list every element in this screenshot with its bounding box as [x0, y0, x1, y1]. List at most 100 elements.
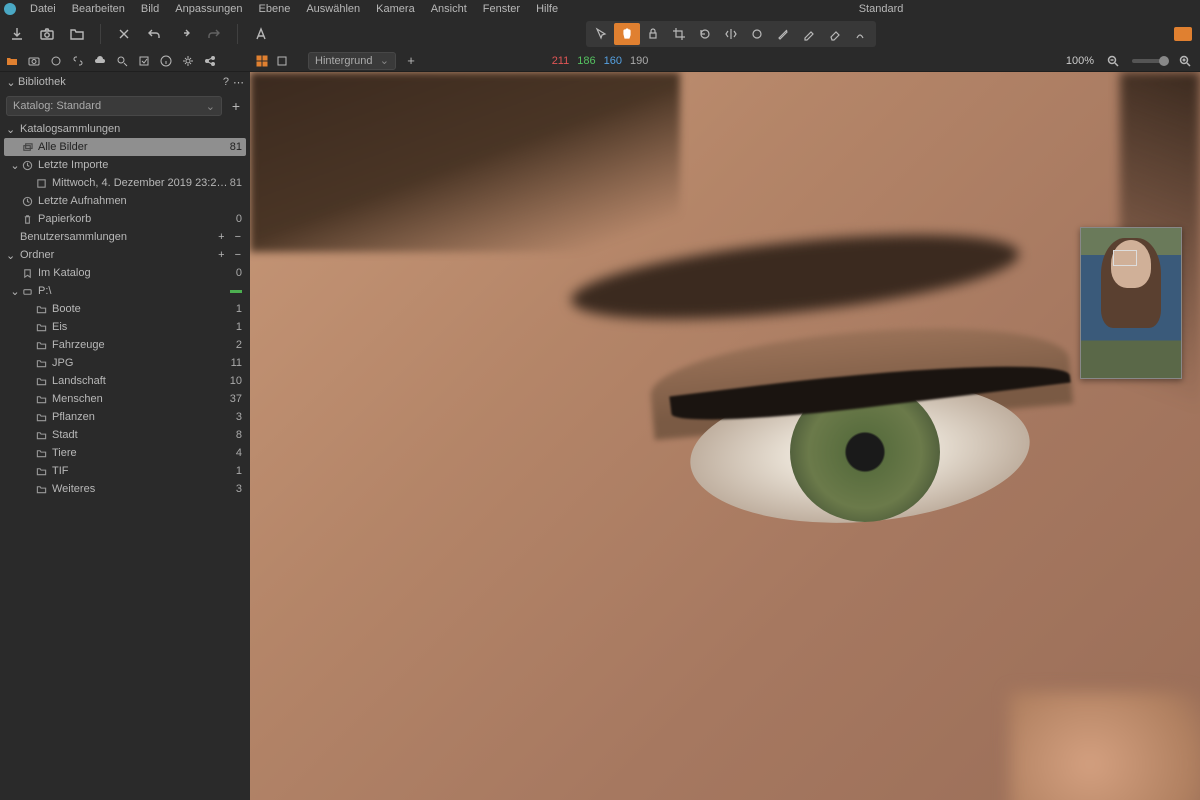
tree-im-katalog[interactable]: Im Katalog 0 [0, 264, 250, 282]
camera-mode-icon[interactable] [26, 53, 42, 69]
check-mode-icon[interactable] [136, 53, 152, 69]
library-title: Bibliothek [16, 76, 219, 88]
tree-folder[interactable]: Pflanzen3 [0, 408, 250, 426]
share-mode-icon[interactable] [202, 53, 218, 69]
navigator-viewport[interactable] [1113, 250, 1137, 266]
import-icon[interactable] [6, 23, 28, 45]
tree-folder[interactable]: Stadt8 [0, 426, 250, 444]
drive-icon [20, 286, 34, 297]
tree-alle-bilder[interactable]: Alle Bilder 81 [4, 138, 246, 156]
redo-icon[interactable] [203, 23, 225, 45]
menu-auswaehlen[interactable]: Auswählen [298, 1, 368, 17]
grid-view-icon[interactable] [254, 53, 270, 69]
main-toolbar [0, 18, 1200, 50]
tree-folder[interactable]: Fahrzeuge2 [0, 336, 250, 354]
tree-letzte-aufnahmen[interactable]: Letzte Aufnahmen [0, 192, 250, 210]
tree-letzte-importe[interactable]: ⌄ Letzte Importe [0, 156, 250, 174]
menu-fenster[interactable]: Fenster [475, 1, 528, 17]
eraser-tool-icon[interactable] [822, 23, 848, 45]
chevron-down-icon: ⌄ [6, 249, 16, 262]
cloud-mode-icon[interactable] [92, 53, 108, 69]
help-icon[interactable]: ? [219, 76, 233, 88]
folder-icon [34, 340, 48, 351]
folder-icon [34, 322, 48, 333]
info-mode-icon[interactable] [158, 53, 174, 69]
trash-icon [20, 214, 34, 225]
zoom-in-icon[interactable] [1178, 54, 1192, 68]
camera-icon[interactable] [36, 23, 58, 45]
add-layer-button[interactable]: + [404, 54, 418, 68]
section-katalogsammlungen[interactable]: ⌄ Katalogsammlungen [0, 120, 250, 138]
close-icon[interactable] [113, 23, 135, 45]
zoom-level[interactable]: 100% [1066, 55, 1098, 67]
zoom-out-icon[interactable] [1106, 54, 1120, 68]
tree-folder[interactable]: TIF1 [0, 462, 250, 480]
add-folder-button[interactable]: + [215, 249, 227, 261]
tree-folder[interactable]: JPG11 [0, 354, 250, 372]
ellipse-tool-icon[interactable] [744, 23, 770, 45]
undo-icon[interactable] [143, 23, 165, 45]
rgb-readout: 211 186 160 190 [552, 55, 649, 67]
folder-icon[interactable] [66, 23, 88, 45]
menu-hilfe[interactable]: Hilfe [528, 1, 566, 17]
zoom-slider[interactable] [1132, 59, 1166, 63]
add-catalog-button[interactable]: + [228, 98, 244, 114]
brush-tool-icon[interactable] [770, 23, 796, 45]
hand-tool-icon[interactable] [614, 23, 640, 45]
folder-icon [34, 358, 48, 369]
redo-step-icon[interactable] [173, 23, 195, 45]
folder-icon [34, 304, 48, 315]
tree-import-date[interactable]: Mittwoch, 4. Dezember 2019 23:20:58 81 [0, 174, 250, 192]
tree-folder[interactable]: Eis1 [0, 318, 250, 336]
tree-folder[interactable]: Boote1 [0, 300, 250, 318]
tree-drive-p[interactable]: ⌄ P:\ [0, 282, 250, 300]
tree-folder[interactable]: Landschaft10 [0, 372, 250, 390]
rotate-tool-icon[interactable] [692, 23, 718, 45]
remove-folder-button[interactable]: − [232, 249, 244, 261]
folder-icon [34, 376, 48, 387]
settings-mode-icon[interactable] [180, 53, 196, 69]
tool-palette [586, 21, 876, 47]
add-collection-button[interactable]: + [215, 231, 227, 243]
catalog-select[interactable]: Katalog: Standard ⌄ [6, 96, 222, 116]
image-canvas[interactable] [250, 72, 1200, 800]
section-benutzersammlungen[interactable]: Benutzersammlungen + − [0, 228, 250, 246]
navigator-overlay[interactable] [1080, 227, 1182, 379]
single-view-icon[interactable] [274, 53, 290, 69]
menu-bild[interactable]: Bild [133, 1, 167, 17]
menu-kamera[interactable]: Kamera [368, 1, 423, 17]
persona-switch-icon[interactable] [1174, 27, 1192, 41]
crop-tool-icon[interactable] [666, 23, 692, 45]
flip-tool-icon[interactable] [718, 23, 744, 45]
move-tool-icon[interactable] [588, 23, 614, 45]
clock-icon [20, 160, 34, 171]
pen-tool-icon[interactable] [796, 23, 822, 45]
menu-anpassungen[interactable]: Anpassungen [167, 1, 250, 17]
workspace-title[interactable]: Standard [851, 1, 912, 17]
library-panel-header: ⌄ Bibliothek ? ⋯ [0, 72, 250, 92]
folder-icon [34, 412, 48, 423]
lock-tool-icon[interactable] [640, 23, 666, 45]
menu-ansicht[interactable]: Ansicht [423, 1, 475, 17]
menu-bearbeiten[interactable]: Bearbeiten [64, 1, 133, 17]
panel-menu-icon[interactable]: ⋯ [233, 76, 244, 89]
tree-papierkorb[interactable]: Papierkorb 0 [0, 210, 250, 228]
aperture-mode-icon[interactable] [48, 53, 64, 69]
menu-datei[interactable]: Datei [22, 1, 64, 17]
folder-mode-icon[interactable] [4, 53, 20, 69]
search-mode-icon[interactable] [114, 53, 130, 69]
menu-ebene[interactable]: Ebene [251, 1, 299, 17]
section-ordner[interactable]: ⌄ Ordner + − [0, 246, 250, 264]
layer-select[interactable]: Hintergrund ⌄ [308, 52, 396, 70]
remove-collection-button[interactable]: − [232, 231, 244, 243]
draw-tool-icon[interactable] [848, 23, 874, 45]
tree-folder[interactable]: Menschen37 [0, 390, 250, 408]
tree-folder[interactable]: Weiteres3 [0, 480, 250, 498]
text-icon[interactable] [250, 23, 272, 45]
chevron-down-icon[interactable]: ⌄ [6, 76, 16, 89]
tree-folder[interactable]: Tiere4 [0, 444, 250, 462]
drive-usage-bar [230, 290, 242, 293]
chevron-down-icon: ⌄ [206, 100, 215, 113]
app-logo-icon [4, 3, 16, 15]
link-mode-icon[interactable] [70, 53, 86, 69]
